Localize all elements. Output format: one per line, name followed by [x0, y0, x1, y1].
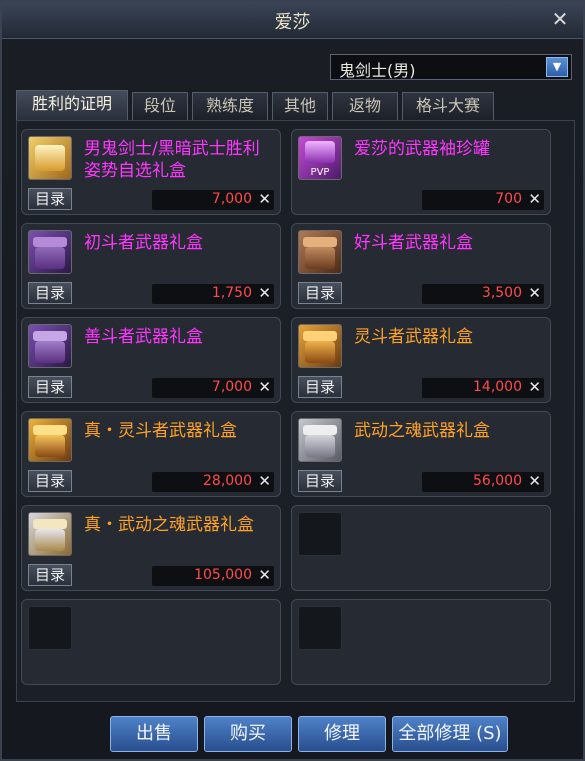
repair-all-button[interactable]: 全部修理 (S): [392, 716, 508, 752]
catalog-button[interactable]: 目录: [298, 376, 342, 398]
purple-chest-icon[interactable]: [28, 324, 72, 368]
silver-gold-chest-icon[interactable]: [28, 512, 72, 556]
catalog-button[interactable]: 目录: [298, 470, 342, 492]
item-price: 28,000: [203, 473, 252, 489]
item-name: 灵斗者武器礼盒: [354, 327, 473, 347]
item-price: 700: [495, 191, 522, 207]
shop-item[interactable]: 男鬼剑士/黑暗武士胜利姿势自选礼盒 目录 7,000 ✕: [21, 129, 281, 215]
crossed-swords-icon: ✕: [258, 284, 271, 302]
shop-item[interactable]: 灵斗者武器礼盒 目录 14,000 ✕: [291, 317, 551, 403]
tab-fight-contest[interactable]: 格斗大赛: [402, 92, 494, 120]
price-field: 7,000 ✕: [152, 378, 274, 398]
empty-item-slot: [291, 599, 551, 685]
pvp-badge: PVP: [310, 167, 330, 178]
crossed-swords-icon: ✕: [258, 378, 271, 396]
class-select-dropdown[interactable]: 鬼剑士(男) ▼: [330, 54, 572, 80]
item-price: 1,750: [211, 285, 252, 301]
empty-item-slot: [21, 599, 281, 685]
item-price: 14,000: [473, 379, 522, 395]
item-name: 爱莎的武器袖珍罐: [354, 139, 490, 159]
crossed-swords-icon: ✕: [528, 190, 541, 208]
item-price: 105,000: [194, 567, 252, 583]
catalog-button[interactable]: 目录: [28, 564, 72, 586]
dropdown-arrow-icon[interactable]: ▼: [546, 57, 568, 77]
window-title: 爱莎: [274, 12, 311, 33]
item-price: 7,000: [211, 191, 252, 207]
item-name: 真・灵斗者武器礼盒: [84, 421, 237, 441]
brown-chest-icon[interactable]: [298, 230, 342, 274]
gold-chest-icon[interactable]: [28, 418, 72, 462]
crossed-swords-icon: ✕: [528, 378, 541, 396]
shop-window: 爱莎 ✕ 鬼剑士(男) ▼ 胜利的证明 段位 熟练度 其他 返物 格斗大赛 男鬼…: [0, 0, 585, 761]
pvp-jar-icon[interactable]: PVP: [298, 136, 342, 180]
crossed-swords-icon: ✕: [528, 472, 541, 490]
price-field: 3,500 ✕: [422, 284, 544, 304]
class-select-value: 鬼剑士(男): [339, 61, 416, 80]
item-price: 7,000: [211, 379, 252, 395]
tab-rank[interactable]: 段位: [132, 92, 188, 120]
price-field: 56,000 ✕: [422, 472, 544, 492]
shop-item[interactable]: 好斗者武器礼盒 目录 3,500 ✕: [291, 223, 551, 309]
repair-button[interactable]: 修理: [298, 716, 386, 752]
tab-other[interactable]: 其他: [272, 92, 328, 120]
empty-icon-slot: [298, 512, 342, 556]
shop-item[interactable]: 初斗者武器礼盒 目录 1,750 ✕: [21, 223, 281, 309]
item-name: 善斗者武器礼盒: [84, 327, 203, 347]
catalog-button[interactable]: 目录: [28, 376, 72, 398]
item-price: 56,000: [473, 473, 522, 489]
price-field: 700 ✕: [422, 190, 544, 210]
tab-proficiency[interactable]: 熟练度: [192, 92, 268, 120]
title-bar[interactable]: 爱莎 ✕: [2, 2, 583, 39]
crossed-swords-icon: ✕: [258, 566, 271, 584]
gold-gift-box-icon[interactable]: [28, 136, 72, 180]
price-field: 28,000 ✕: [152, 472, 274, 492]
silver-chest-icon[interactable]: [298, 418, 342, 462]
buy-button[interactable]: 购买: [204, 716, 292, 752]
crossed-swords-icon: ✕: [258, 190, 271, 208]
item-name: 好斗者武器礼盒: [354, 233, 473, 253]
shop-item[interactable]: 真・灵斗者武器礼盒 目录 28,000 ✕: [21, 411, 281, 497]
empty-icon-slot: [298, 606, 342, 650]
price-field: 105,000 ✕: [152, 566, 274, 586]
price-field: 7,000 ✕: [152, 190, 274, 210]
item-price: 3,500: [481, 285, 522, 301]
shop-item[interactable]: 武动之魂武器礼盒 目录 56,000 ✕: [291, 411, 551, 497]
tab-victory-proof[interactable]: 胜利的证明: [16, 90, 128, 120]
item-name: 初斗者武器礼盒: [84, 233, 203, 253]
empty-item-slot: [291, 505, 551, 591]
catalog-button[interactable]: 目录: [28, 282, 72, 304]
item-grid: 男鬼剑士/黑暗武士胜利姿势自选礼盒 目录 7,000 ✕ PVP 爱莎的武器袖珍…: [16, 120, 575, 702]
price-field: 14,000 ✕: [422, 378, 544, 398]
empty-icon-slot: [28, 606, 72, 650]
catalog-button[interactable]: 目录: [28, 188, 72, 210]
purple-chest-icon[interactable]: [28, 230, 72, 274]
catalog-button[interactable]: 目录: [28, 470, 72, 492]
price-field: 1,750 ✕: [152, 284, 274, 304]
item-name: 武动之魂武器礼盒: [354, 421, 490, 441]
shop-item[interactable]: 善斗者武器礼盒 目录 7,000 ✕: [21, 317, 281, 403]
shop-item[interactable]: PVP 爱莎的武器袖珍罐 700 ✕: [291, 129, 551, 215]
catalog-button[interactable]: 目录: [298, 282, 342, 304]
close-icon[interactable]: ✕: [549, 8, 571, 30]
tab-return[interactable]: 返物: [332, 92, 398, 120]
gold-chest-icon[interactable]: [298, 324, 342, 368]
shop-item[interactable]: 真・武动之魂武器礼盒 目录 105,000 ✕: [21, 505, 281, 591]
item-name: 男鬼剑士/黑暗武士胜利姿势自选礼盒: [84, 139, 260, 181]
crossed-swords-icon: ✕: [528, 284, 541, 302]
item-name: 真・武动之魂武器礼盒: [84, 515, 254, 535]
sell-button[interactable]: 出售: [110, 716, 198, 752]
crossed-swords-icon: ✕: [258, 472, 271, 490]
